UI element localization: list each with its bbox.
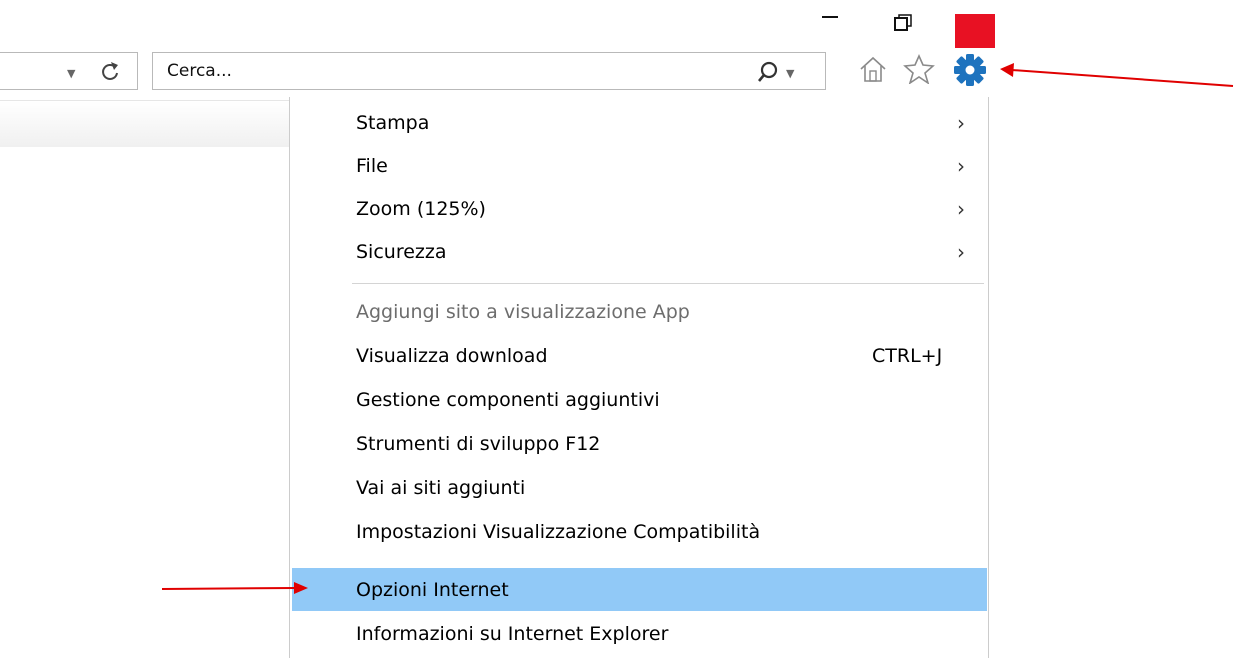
home-icon[interactable] xyxy=(858,54,888,88)
tools-menu: Stampa › File › Zoom (125%) › Sicurezza … xyxy=(289,97,989,658)
menu-item-label: Gestione componenti aggiuntivi xyxy=(356,389,660,411)
search-icon[interactable] xyxy=(757,60,781,88)
menu-item-label: Aggiungi sito a visualizzazione App xyxy=(356,301,690,323)
menu-item-label: Informazioni su Internet Explorer xyxy=(356,623,669,645)
refresh-icon xyxy=(102,62,118,80)
menu-item-zoom[interactable]: Zoom (125%) › xyxy=(292,187,987,230)
menu-item-pinned-sites[interactable]: Vai ai siti aggiunti xyxy=(292,466,987,509)
restore-button[interactable] xyxy=(893,13,915,35)
menu-item-compatibility-view[interactable]: Impostazioni Visualizzazione Compatibili… xyxy=(292,510,987,553)
menu-item-label: Opzioni Internet xyxy=(356,579,509,601)
address-bar[interactable]: ▼ xyxy=(0,52,138,90)
menu-item-label: Sicurezza xyxy=(356,241,447,263)
menu-item-file[interactable]: File › xyxy=(292,144,987,187)
minimize-button[interactable] xyxy=(820,5,842,25)
menu-item-internet-options[interactable]: Opzioni Internet xyxy=(292,568,987,611)
menu-item-about-ie[interactable]: Informazioni su Internet Explorer xyxy=(292,612,987,655)
search-box[interactable]: ▼ xyxy=(152,52,826,90)
chevron-right-icon: › xyxy=(957,240,965,264)
menu-item-label: Zoom (125%) xyxy=(356,198,486,220)
browser-window: ▼ ▼ xyxy=(0,0,1235,658)
menu-item-label: File xyxy=(356,155,388,177)
menu-item-view-downloads[interactable]: Visualizza download CTRL+J xyxy=(292,334,987,377)
menu-item-label: Visualizza download xyxy=(356,345,548,367)
menu-item-label: Stampa xyxy=(356,112,430,134)
menu-separator xyxy=(352,283,984,284)
close-button[interactable] xyxy=(955,14,995,48)
star-icon[interactable] xyxy=(903,54,935,88)
menu-item-add-to-apps-view: Aggiungi sito a visualizzazione App xyxy=(292,290,987,333)
refresh-button[interactable] xyxy=(99,59,121,87)
menu-item-stampa[interactable]: Stampa › xyxy=(292,101,987,144)
arrow-to-gear xyxy=(1000,63,1234,87)
chevron-right-icon: › xyxy=(957,111,965,135)
gear-icon[interactable] xyxy=(953,53,987,91)
restore-icon xyxy=(894,14,912,31)
menu-item-manage-addons[interactable]: Gestione componenti aggiuntivi xyxy=(292,378,987,421)
shortcut-label: CTRL+J xyxy=(872,345,943,367)
chevron-right-icon: › xyxy=(957,154,965,178)
menu-item-label: Strumenti di sviluppo F12 xyxy=(356,433,601,455)
search-input[interactable] xyxy=(167,60,727,82)
menu-item-developer-tools[interactable]: Strumenti di sviluppo F12 xyxy=(292,422,987,465)
address-dropdown-icon[interactable]: ▼ xyxy=(67,67,75,80)
tab-strip xyxy=(0,100,292,147)
menu-item-label: Impostazioni Visualizzazione Compatibili… xyxy=(356,521,761,543)
search-dropdown-icon[interactable]: ▼ xyxy=(786,67,794,80)
menu-item-label: Vai ai siti aggiunti xyxy=(356,477,526,499)
menu-item-sicurezza[interactable]: Sicurezza › xyxy=(292,230,987,273)
arrow-to-internet-options xyxy=(161,582,308,594)
chevron-right-icon: › xyxy=(957,197,965,221)
